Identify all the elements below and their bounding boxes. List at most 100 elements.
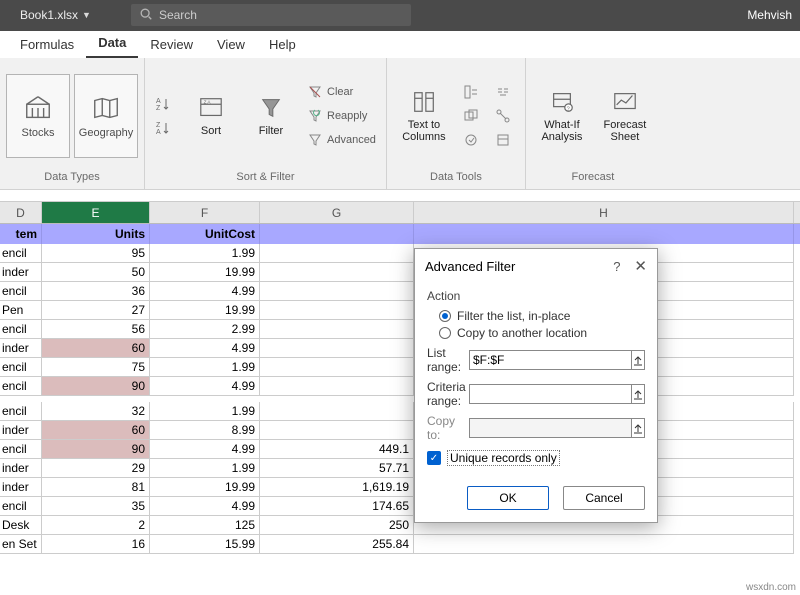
cell-unitcost[interactable]: 1.99 xyxy=(150,244,260,263)
table-row[interactable]: encil904.99 xyxy=(0,377,800,396)
radio-copy-location[interactable]: Copy to another location xyxy=(439,326,645,340)
cell-item[interactable]: inder xyxy=(0,339,42,358)
cell-g[interactable] xyxy=(260,301,414,320)
cell-units[interactable]: 32 xyxy=(42,402,150,421)
cell-units[interactable]: 50 xyxy=(42,263,150,282)
cell-units[interactable]: 56 xyxy=(42,320,150,339)
cell-units[interactable]: 95 xyxy=(42,244,150,263)
reapply-button[interactable]: Reapply xyxy=(303,105,380,127)
cell-item[interactable]: Pen xyxy=(0,301,42,320)
cell-units[interactable]: 35 xyxy=(42,497,150,516)
sort-desc-button[interactable]: ZA xyxy=(151,117,179,139)
cell-units[interactable]: 27 xyxy=(42,301,150,320)
header-item[interactable]: tem xyxy=(0,224,42,244)
cell-unitcost[interactable]: 19.99 xyxy=(150,263,260,282)
list-range-picker-icon[interactable] xyxy=(632,350,645,370)
cell-g[interactable]: 449.1 xyxy=(260,440,414,459)
cell-g[interactable] xyxy=(260,263,414,282)
cell-unitcost[interactable]: 4.99 xyxy=(150,497,260,516)
cell-h[interactable] xyxy=(414,535,794,554)
radio-filter-in-place[interactable]: Filter the list, in-place xyxy=(439,309,645,323)
consolidate-button[interactable] xyxy=(491,81,519,103)
cell-unitcost[interactable]: 4.99 xyxy=(150,440,260,459)
cell-unitcost[interactable]: 4.99 xyxy=(150,282,260,301)
col-g[interactable]: G xyxy=(260,202,414,223)
tab-view[interactable]: View xyxy=(205,31,257,58)
table-row[interactable]: encil562.99 xyxy=(0,320,800,339)
cell-item[interactable]: Desk xyxy=(0,516,42,535)
table-row[interactable]: en Set1615.99255.84 xyxy=(0,535,800,554)
forecast-sheet-button[interactable]: Forecast Sheet xyxy=(596,74,654,158)
list-range-input[interactable] xyxy=(469,350,632,370)
table-row[interactable]: Pen2719.99 xyxy=(0,301,800,320)
worksheet-grid[interactable]: D E F G H tem Units UnitCost encil951.99… xyxy=(0,202,800,554)
cell-unitcost[interactable]: 4.99 xyxy=(150,339,260,358)
table-row[interactable]: inder608.99 xyxy=(0,421,800,440)
data-model-button[interactable] xyxy=(491,129,519,151)
cell-units[interactable]: 60 xyxy=(42,339,150,358)
search-box[interactable]: Search xyxy=(131,4,411,26)
cell-g[interactable]: 250 xyxy=(260,516,414,535)
cell-units[interactable]: 90 xyxy=(42,440,150,459)
cell-g[interactable] xyxy=(260,339,414,358)
cell-units[interactable]: 2 xyxy=(42,516,150,535)
cell-g[interactable] xyxy=(260,421,414,440)
criteria-range-picker-icon[interactable] xyxy=(632,384,645,404)
col-f[interactable]: F xyxy=(150,202,260,223)
cell-item[interactable]: encil xyxy=(0,402,42,421)
copy-to-picker-icon[interactable] xyxy=(632,418,645,438)
table-row[interactable]: inder604.99 xyxy=(0,339,800,358)
cell-item[interactable]: encil xyxy=(0,358,42,377)
table-row[interactable]: inder5019.99 xyxy=(0,263,800,282)
cell-unitcost[interactable]: 1.99 xyxy=(150,402,260,421)
header-g[interactable] xyxy=(260,224,414,244)
cell-units[interactable]: 29 xyxy=(42,459,150,478)
col-e[interactable]: E xyxy=(42,202,150,223)
table-row[interactable]: encil354.99174.65 xyxy=(0,497,800,516)
header-h[interactable] xyxy=(414,224,794,244)
what-if-button[interactable]: ? What-If Analysis xyxy=(532,74,592,158)
cell-units[interactable]: 16 xyxy=(42,535,150,554)
cell-units[interactable]: 60 xyxy=(42,421,150,440)
cell-unitcost[interactable]: 1.99 xyxy=(150,459,260,478)
cell-item[interactable]: inder xyxy=(0,421,42,440)
table-row[interactable]: inder8119.991,619.19 xyxy=(0,478,800,497)
cell-units[interactable]: 36 xyxy=(42,282,150,301)
cell-unitcost[interactable]: 4.99 xyxy=(150,377,260,396)
cell-g[interactable]: 255.84 xyxy=(260,535,414,554)
cell-g[interactable] xyxy=(260,358,414,377)
cell-units[interactable]: 81 xyxy=(42,478,150,497)
cell-unitcost[interactable]: 19.99 xyxy=(150,301,260,320)
table-header-row[interactable]: tem Units UnitCost xyxy=(0,224,800,244)
clear-button[interactable]: Clear xyxy=(303,81,380,103)
filename-dropdown-icon[interactable]: ▼ xyxy=(82,10,91,20)
relationships-button[interactable] xyxy=(491,105,519,127)
table-row[interactable]: inder291.9957.71 xyxy=(0,459,800,478)
remove-duplicates-button[interactable] xyxy=(459,105,487,127)
cell-item[interactable]: encil xyxy=(0,497,42,516)
cell-item[interactable]: encil xyxy=(0,440,42,459)
cell-g[interactable]: 174.65 xyxy=(260,497,414,516)
cell-item[interactable]: inder xyxy=(0,263,42,282)
dialog-help-icon[interactable]: ? xyxy=(613,259,620,274)
geography-button[interactable]: Geography xyxy=(74,74,138,158)
cell-g[interactable] xyxy=(260,320,414,339)
cell-unitcost[interactable]: 8.99 xyxy=(150,421,260,440)
cell-unitcost[interactable]: 1.99 xyxy=(150,358,260,377)
advanced-button[interactable]: Advanced xyxy=(303,129,380,151)
ok-button[interactable]: OK xyxy=(467,486,549,510)
header-units[interactable]: Units xyxy=(42,224,150,244)
user-name[interactable]: Mehvish xyxy=(747,8,792,22)
tab-help[interactable]: Help xyxy=(257,31,308,58)
data-validation-button[interactable] xyxy=(459,129,487,151)
table-row[interactable]: encil951.99 xyxy=(0,244,800,263)
tab-data[interactable]: Data xyxy=(86,29,138,58)
cell-g[interactable] xyxy=(260,244,414,263)
criteria-range-input[interactable] xyxy=(469,384,632,404)
table-row[interactable]: encil751.99 xyxy=(0,358,800,377)
cell-g[interactable] xyxy=(260,377,414,396)
tab-formulas[interactable]: Formulas xyxy=(8,31,86,58)
cell-item[interactable]: encil xyxy=(0,320,42,339)
cell-g[interactable] xyxy=(260,282,414,301)
tab-review[interactable]: Review xyxy=(138,31,205,58)
